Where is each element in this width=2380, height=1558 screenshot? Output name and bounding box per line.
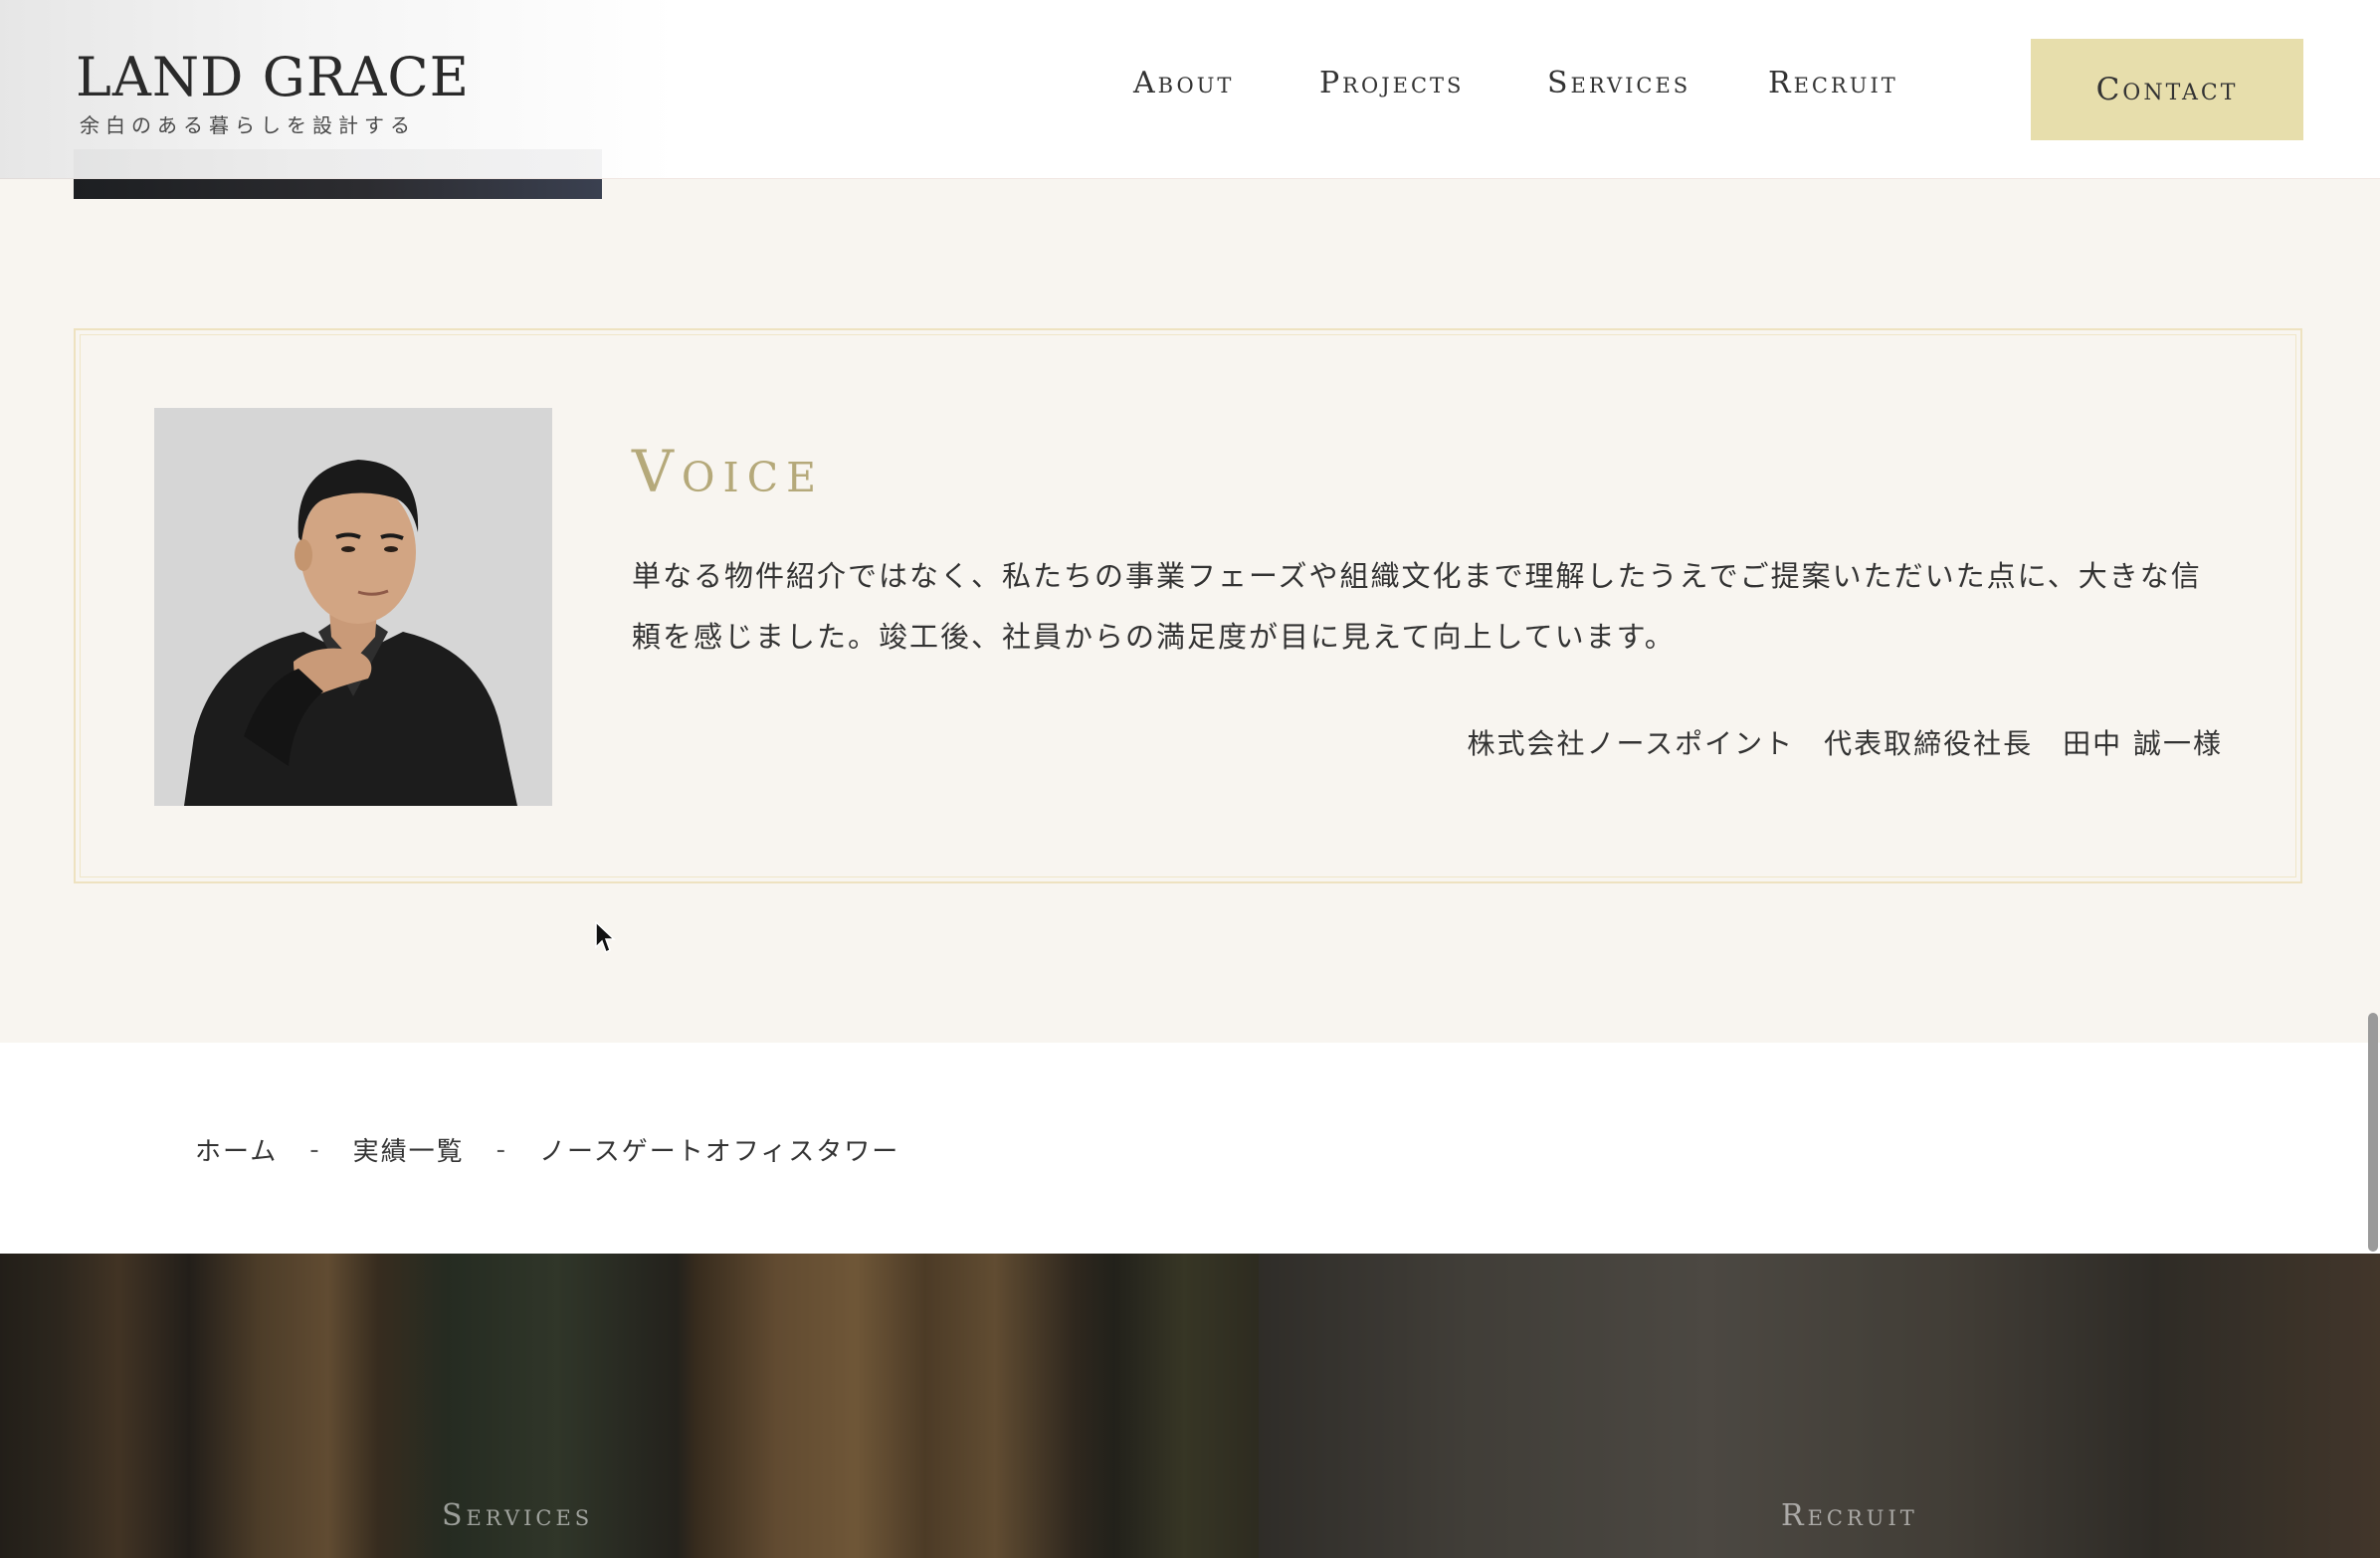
site-logo[interactable]: LAND GRACE 余白のある暮らしを設計する <box>76 48 470 138</box>
nav-recruit[interactable]: Recruit <box>1768 66 1898 100</box>
voice-heading: Voice <box>632 438 824 505</box>
breadcrumb-projects-list[interactable]: 実績一覧 <box>353 1131 465 1168</box>
scrollbar-track[interactable] <box>2366 0 2380 1558</box>
logo-tagline: 余白のある暮らしを設計する <box>80 113 416 137</box>
voice-testimonial-text: 単なる物件紹介ではなく、私たちの事業フェーズや組織文化まで理解したうえでご提案い… <box>632 559 2202 654</box>
services-panel-label: Services <box>442 1498 594 1533</box>
nav-projects[interactable]: Projects <box>1319 66 1464 100</box>
breadcrumb-home[interactable]: ホーム <box>195 1131 278 1168</box>
breadcrumb-separator: - <box>496 1134 508 1165</box>
voice-author: 株式会社ノースポイント 代表取締役社長 田中 誠一様 <box>1467 727 2223 760</box>
client-portrait-photo <box>154 408 552 806</box>
services-panel-link[interactable] <box>0 1254 1259 1558</box>
breadcrumb-current: ノースゲートオフィスタワー <box>539 1137 900 1167</box>
scrollbar-thumb[interactable] <box>2368 1013 2378 1252</box>
services-panel-overlay <box>0 1254 1259 1558</box>
logo-title: LAND GRACE <box>76 46 471 108</box>
breadcrumb: ホーム - 実績一覧 - ノースゲートオフィスタワー <box>195 1131 899 1168</box>
recruit-panel-label: Recruit <box>1781 1498 1918 1533</box>
nav-services[interactable]: Services <box>1547 66 1690 100</box>
nav-about[interactable]: About <box>1133 66 1234 100</box>
site-header: LAND GRACE 余白のある暮らしを設計する About Projects … <box>0 0 2380 179</box>
contact-button[interactable]: Contact <box>2031 39 2303 140</box>
mouse-cursor-icon <box>595 920 617 959</box>
breadcrumb-separator: - <box>309 1134 321 1165</box>
client-portrait-illustration <box>154 408 552 806</box>
